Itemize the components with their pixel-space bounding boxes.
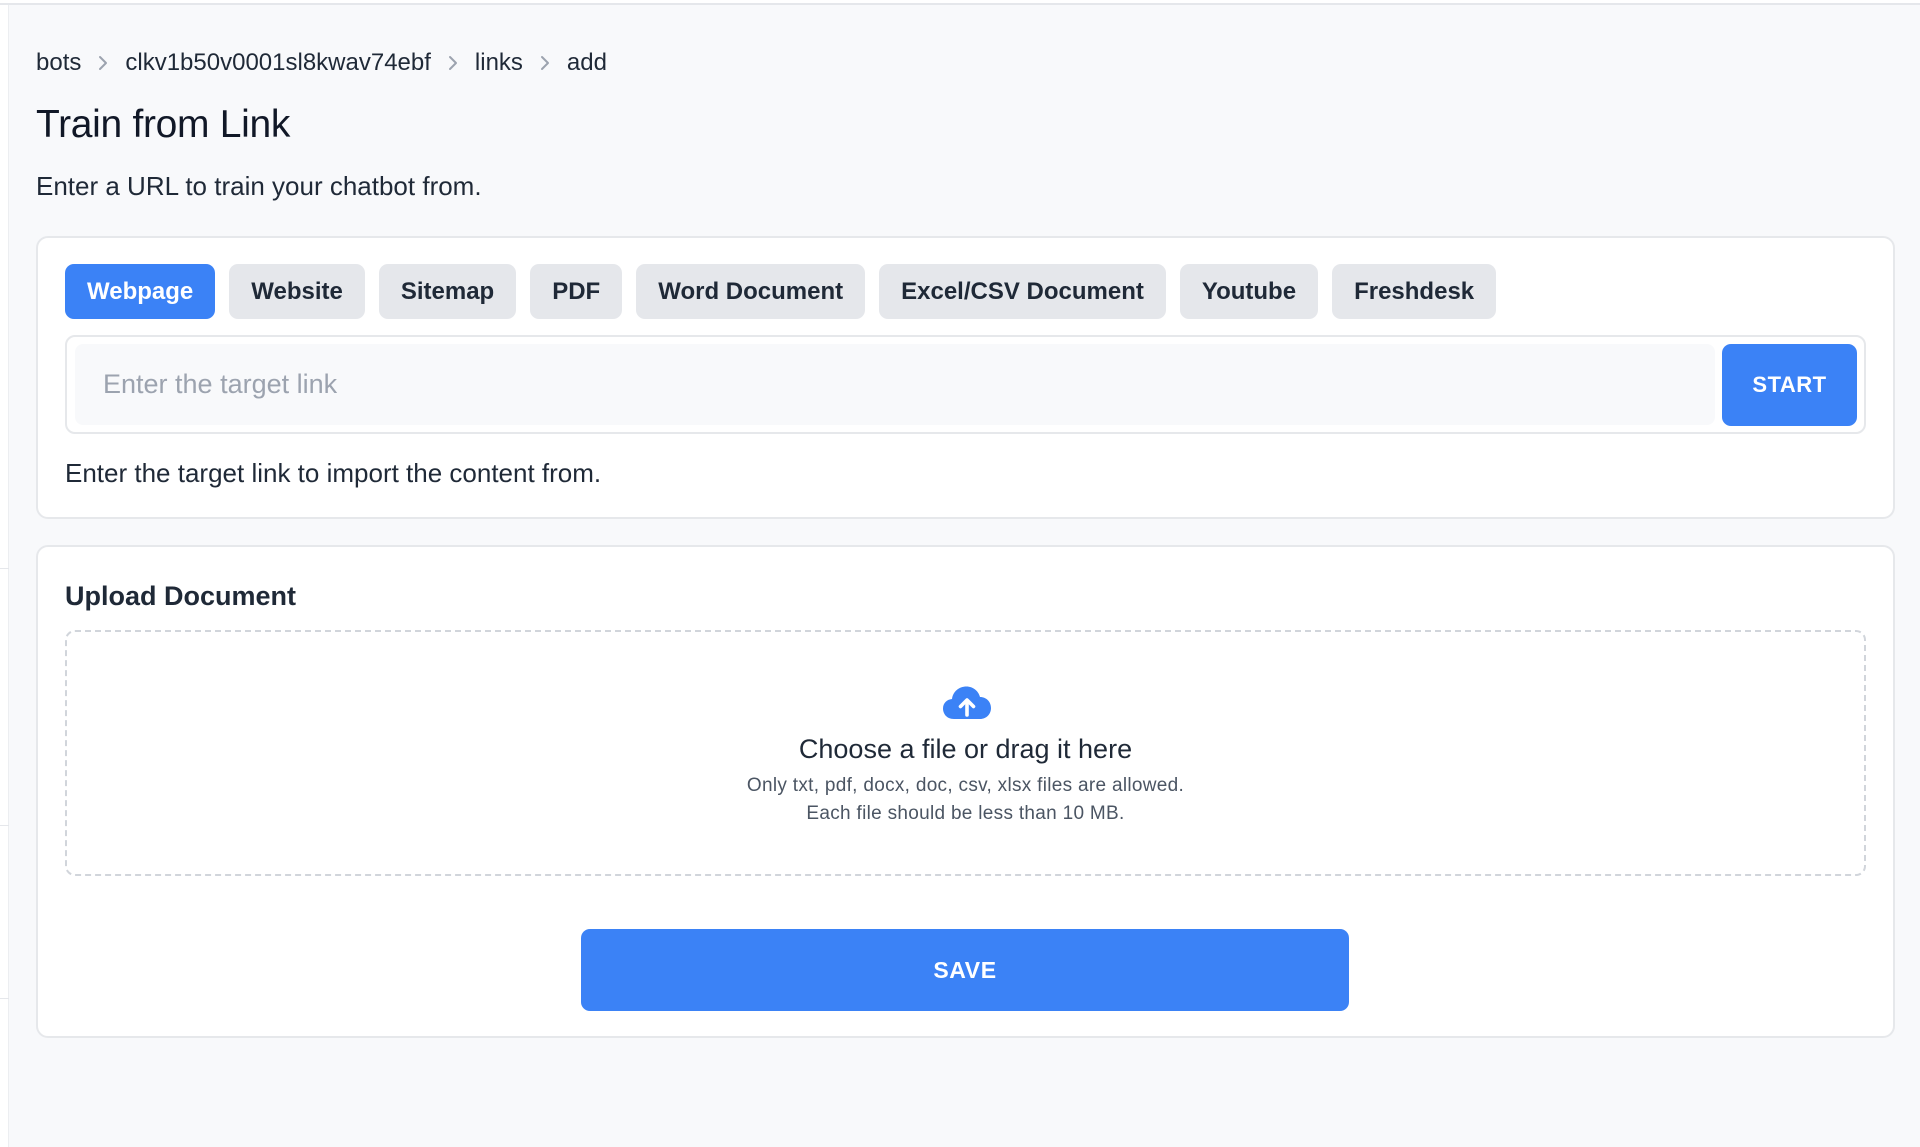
- page-title: Train from Link: [36, 103, 291, 146]
- breadcrumb-item-bot-id[interactable]: clkv1b50v0001sl8kwav74ebf: [125, 49, 431, 77]
- cloud-upload-icon: [943, 686, 991, 719]
- breadcrumb-item-add: add: [566, 49, 607, 76]
- file-dropzone[interactable]: Choose a file or drag it here Only txt, …: [65, 630, 1866, 876]
- dropzone-title: Choose a file or drag it here: [798, 734, 1133, 764]
- breadcrumb: bots clkv1b50v0001sl8kwav74ebf links add: [36, 49, 607, 77]
- sidebar-divider: [0, 998, 9, 999]
- main-content: bots clkv1b50v0001sl8kwav74ebf links add…: [9, 5, 1920, 1147]
- target-link-input[interactable]: [75, 344, 1715, 425]
- tab-youtube[interactable]: Youtube: [1179, 264, 1319, 319]
- allowed-file-types-text: Only txt, pdf, docx, doc, csv, xlsx file…: [746, 775, 1185, 796]
- target-link-help-text: Enter the target link to import the cont…: [65, 458, 602, 488]
- upload-document-card: Upload Document Choose a file or drag it…: [36, 545, 1895, 1038]
- tab-pdf[interactable]: PDF: [530, 264, 623, 319]
- link-training-card: Webpage Website Sitemap PDF Word Documen…: [36, 236, 1895, 519]
- page-subtitle: Enter a URL to train your chatbot from.: [36, 171, 482, 201]
- save-button[interactable]: SAVE: [581, 929, 1349, 1011]
- link-input-group: START: [65, 335, 1866, 434]
- chevron-right-icon: [539, 55, 551, 71]
- chevron-right-icon: [97, 55, 109, 71]
- tab-freshdesk[interactable]: Freshdesk: [1332, 264, 1497, 319]
- chevron-right-icon: [447, 55, 459, 71]
- upload-section-title: Upload Document: [65, 581, 297, 611]
- left-sidebar-edge: [0, 5, 9, 1147]
- tab-excel-csv-document[interactable]: Excel/CSV Document: [879, 264, 1166, 319]
- file-size-limit-text: Each file should be less than 10 MB.: [806, 803, 1125, 824]
- tab-word-document[interactable]: Word Document: [636, 264, 866, 319]
- tab-sitemap[interactable]: Sitemap: [378, 264, 517, 319]
- breadcrumb-item-links[interactable]: links: [475, 49, 523, 77]
- tab-webpage[interactable]: Webpage: [65, 264, 216, 319]
- breadcrumb-item-bots[interactable]: bots: [36, 49, 81, 77]
- source-type-tabs: Webpage Website Sitemap PDF Word Documen…: [65, 264, 1497, 319]
- sidebar-divider: [0, 568, 9, 569]
- tab-website[interactable]: Website: [229, 264, 365, 319]
- start-button[interactable]: START: [1722, 344, 1857, 426]
- sidebar-divider: [0, 825, 9, 826]
